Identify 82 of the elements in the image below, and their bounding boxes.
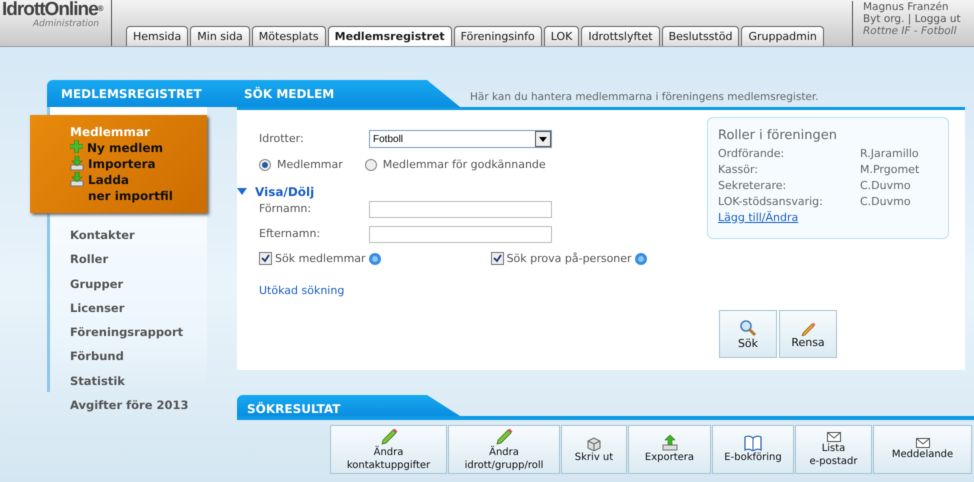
extended-search-link[interactable]: Utökad sökning <box>259 283 344 300</box>
separator: | <box>908 13 912 25</box>
toolbar-button[interactable]: Meddelande <box>873 425 972 474</box>
sidebar-item[interactable]: Roller <box>70 247 207 272</box>
sidebar-item[interactable]: Grupper <box>70 272 207 296</box>
role-label: LOK-stödsansvarig: <box>718 194 824 210</box>
pencil-icon <box>800 320 816 336</box>
role-label: Kassör: <box>718 162 759 178</box>
sidebar-item[interactable]: Kontakter <box>70 223 207 248</box>
role-holder: M.Prgomet <box>860 162 920 178</box>
clear-button[interactable]: Rensa <box>779 310 837 358</box>
toggle-link[interactable]: Visa/Dölj <box>255 182 314 200</box>
printer-icon <box>586 436 602 450</box>
radio-label: Medlemmar för godkännande <box>382 157 546 173</box>
envelope-icon <box>916 438 930 448</box>
sidebar-item[interactable]: Licenser <box>70 296 207 320</box>
toolbar-button[interactable]: Skriv ut <box>561 425 627 474</box>
role-label: Ordförande: <box>718 146 786 162</box>
sidebar-item[interactable]: Statistik <box>70 368 207 394</box>
toggle-arrow-icon[interactable] <box>237 188 247 195</box>
text-input[interactable] <box>369 200 552 218</box>
export-icon <box>662 435 678 451</box>
pencil-icon <box>380 428 398 446</box>
nav-tab[interactable]: Hemsida <box>126 26 188 46</box>
sidebar-item[interactable]: Avgifter före 2013 <box>70 393 207 418</box>
results-title: SÖKRESULTAT <box>246 402 340 416</box>
organization-name: Rottne IF - Fotboll <box>863 25 958 37</box>
radio-button[interactable] <box>364 159 377 172</box>
sidebar-item[interactable]: Förbund <box>70 344 207 369</box>
toolbar-button[interactable]: Ändra kontaktuppgifter <box>330 425 447 474</box>
checkbox[interactable] <box>490 252 504 266</box>
toolbar-button[interactable]: Lista e-postadr <box>795 425 872 474</box>
radio-label: Medlemmar <box>277 157 343 173</box>
nav-tab[interactable]: Beslutsstöd <box>662 26 740 46</box>
switch-org-link[interactable]: Byt org. <box>863 13 904 25</box>
toolbar-button[interactable]: Ändra idrott/grupp/roll <box>448 425 560 474</box>
logo-subtitle: Administration <box>32 20 100 29</box>
help-icon[interactable] <box>634 252 647 265</box>
nav-tab[interactable]: Föreningsinfo <box>454 26 542 46</box>
radio-button[interactable] <box>259 159 271 172</box>
nav-tab[interactable]: LOK <box>544 26 580 46</box>
role-holder: C.Duvmo <box>860 194 911 210</box>
role-holder: C.Duvmo <box>860 178 911 194</box>
section-title: MEDLEMSREGISTRET <box>60 86 203 102</box>
text-input[interactable] <box>369 226 552 242</box>
field-label: Idrotter: <box>259 130 305 147</box>
edit-roles-link[interactable]: Lägg till/Ändra <box>718 211 798 224</box>
book-icon <box>744 435 762 451</box>
role-label: Sekreterare: <box>718 178 788 194</box>
logo-text: IdrottOnline$^{®}$ <box>2 0 104 19</box>
user-name: Magnus Franzén <box>863 1 950 13</box>
checkbox-label: Sök medlemmar <box>275 250 366 266</box>
envelope-icon <box>826 432 840 442</box>
field-label: Förnamn: <box>259 200 312 217</box>
menu-action[interactable]: Ladda ner importfil <box>88 172 173 204</box>
menu-action[interactable]: Importera <box>88 156 156 172</box>
page-title: SÖK MEDLEM <box>244 86 334 102</box>
caret-icon <box>535 131 551 147</box>
checkbox-label: Sök prova på-personer <box>506 250 632 266</box>
toolbar-button[interactable]: Exportera <box>628 425 711 474</box>
download-icon <box>70 172 84 187</box>
nav-tab[interactable]: Gruppadmin <box>741 26 824 46</box>
nav-tab[interactable]: Idrottslyftet <box>581 26 660 46</box>
page-description: Här kan du hantera medlemmarna i föreningens medlemsregister. <box>469 90 819 105</box>
field-label: Efternamn: <box>259 226 322 242</box>
sidebar-item[interactable]: Föreningsrapport <box>70 320 207 344</box>
logout-link[interactable]: Logga ut <box>914 13 961 25</box>
nav-tab[interactable]: Medlemsregistret <box>328 26 452 46</box>
help-icon[interactable] <box>368 252 381 265</box>
search-button[interactable]: Sök <box>719 310 777 358</box>
sport-select[interactable]: Fotboll <box>369 130 552 148</box>
plus-icon <box>70 140 83 153</box>
card-title: Roller i föreningen <box>718 128 838 144</box>
nav-tab[interactable]: Mötesplats <box>252 26 326 46</box>
role-holder: R.Jaramillo <box>860 146 919 162</box>
download-icon <box>70 156 84 171</box>
nav-tab[interactable]: Min sida <box>190 26 250 46</box>
checkbox[interactable] <box>259 252 272 266</box>
toolbar-button[interactable]: E-bokföring <box>712 425 794 474</box>
pencil-icon <box>495 428 513 446</box>
menu-action[interactable]: Ny medlem <box>87 140 164 156</box>
search-icon <box>739 318 757 336</box>
